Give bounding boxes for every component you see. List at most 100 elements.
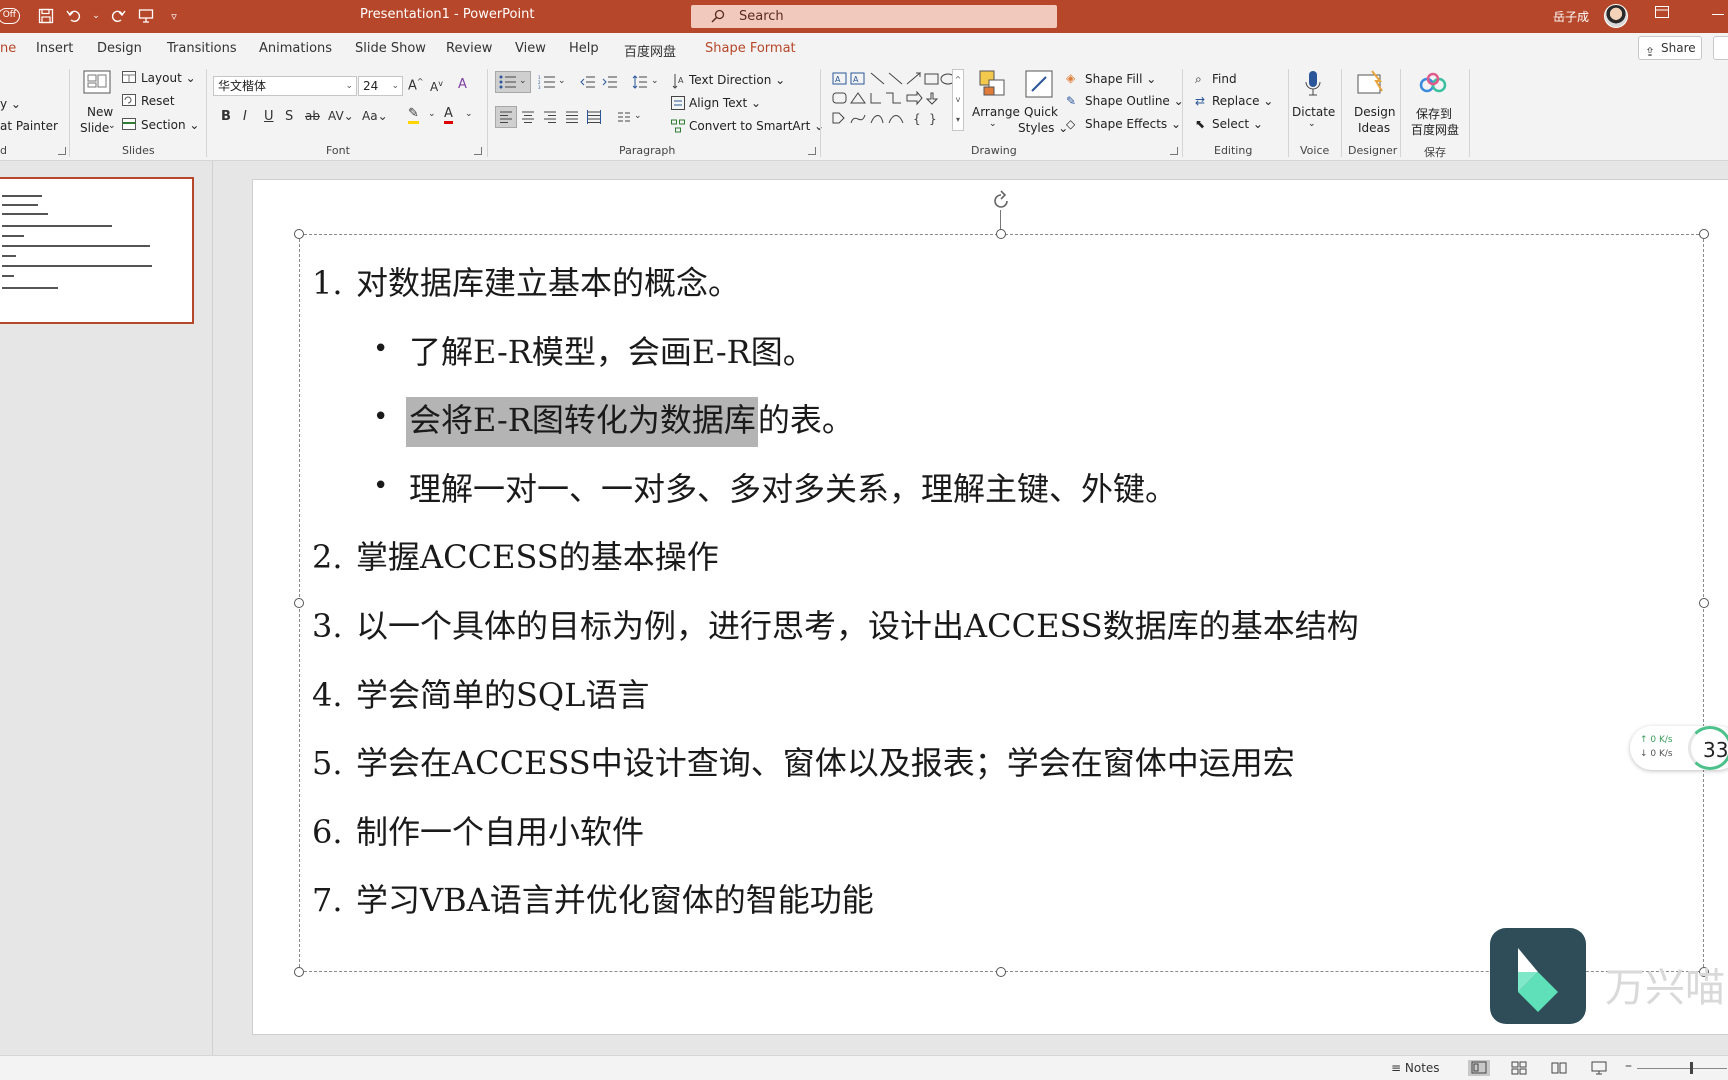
resize-handle-top[interactable] — [996, 229, 1006, 239]
list-item-7[interactable]: 7. 学习VBA语言并优化窗体的智能功能 — [312, 875, 874, 921]
list-item-4[interactable]: 4. 学会简单的SQL语言 — [312, 670, 649, 716]
underline-icon[interactable]: U — [264, 109, 274, 124]
resize-handle-bottom[interactable] — [996, 967, 1006, 977]
tab-baidu-netdisk[interactable]: 百度网盘 — [624, 41, 676, 60]
font-color-icon[interactable]: A — [444, 107, 453, 124]
share-button[interactable]: ⇪ Share — [1638, 36, 1702, 60]
resize-handle-bottom-left[interactable] — [294, 967, 304, 977]
tab-design[interactable]: Design — [97, 41, 142, 56]
italic-icon[interactable]: I — [243, 109, 247, 124]
bold-icon[interactable]: B — [221, 109, 231, 124]
font-launcher-icon[interactable] — [474, 147, 482, 155]
user-name[interactable]: 岳子成 — [1553, 8, 1589, 25]
rotate-handle-icon[interactable] — [990, 190, 1012, 212]
tab-animations[interactable]: Animations — [259, 41, 332, 56]
font-size-combo[interactable]: 24 ⌄ — [358, 76, 403, 96]
list-item-5[interactable]: 5. 学会在ACCESS中设计查询、窗体以及报表；学会在窗体中运用宏 — [312, 738, 1295, 784]
reading-view-button[interactable] — [1548, 1060, 1570, 1076]
tab-home[interactable]: ne — [0, 41, 16, 56]
design-ideas-label[interactable]: Design — [1354, 105, 1395, 119]
new-slide-icon[interactable] — [82, 69, 112, 99]
layout-button[interactable]: Layout ⌄ — [141, 71, 196, 85]
slide-show-button[interactable] — [1588, 1060, 1610, 1076]
character-spacing-icon[interactable]: AV⌄ — [328, 109, 354, 123]
new-slide-label-2[interactable]: Slide — [80, 121, 109, 135]
avatar[interactable] — [1604, 4, 1628, 28]
change-case-icon[interactable]: Aa⌄ — [362, 109, 388, 123]
line-spacing-icon[interactable] — [632, 75, 648, 89]
columns-icon[interactable] — [617, 110, 631, 124]
decrease-font-size-icon[interactable]: Av — [430, 79, 443, 94]
design-ideas-label-2[interactable]: Ideas — [1358, 121, 1390, 135]
notes-button[interactable]: ≡ Notes — [1391, 1061, 1440, 1075]
distributed-icon[interactable] — [587, 110, 601, 124]
ribbon-display-options-icon[interactable] — [1655, 6, 1669, 22]
tab-review[interactable]: Review — [446, 41, 492, 56]
save-icon[interactable] — [34, 5, 58, 27]
dictate-label[interactable]: Dictate — [1292, 105, 1335, 119]
design-ideas-icon[interactable] — [1356, 69, 1386, 99]
arrange-dropdown-icon[interactable]: ⌄ — [989, 119, 997, 129]
resize-handle-left[interactable] — [294, 598, 304, 608]
shape-outline-button[interactable]: Shape Outline ⌄ — [1085, 94, 1184, 108]
customize-toolbar-icon[interactable]: ▿ — [162, 5, 186, 27]
zoom-out-icon[interactable]: – — [1625, 1058, 1632, 1074]
slide-sorter-button[interactable] — [1508, 1060, 1530, 1076]
resize-handle-right[interactable] — [1699, 598, 1709, 608]
new-slide-label[interactable]: New — [87, 105, 113, 119]
sub-list-item-3[interactable]: • 理解一对一、一对多、多对多关系，理解主键、外键。 — [373, 464, 1177, 510]
find-button[interactable]: Find — [1212, 72, 1237, 86]
undo-icon[interactable] — [62, 5, 86, 27]
columns-dropdown-icon[interactable]: ⌄ — [634, 111, 642, 121]
tab-slide-show[interactable]: Slide Show — [355, 41, 426, 56]
select-button[interactable]: Select ⌄ — [1212, 117, 1263, 131]
minimize-icon[interactable] — [1712, 14, 1724, 15]
dictate-dropdown-icon[interactable]: ⌄ — [1308, 119, 1316, 129]
drawing-launcher-icon[interactable] — [1170, 147, 1178, 155]
dropdown-arrow-icon[interactable]: y ⌄ — [0, 97, 21, 111]
microphone-icon[interactable] — [1303, 69, 1323, 99]
strikethrough-icon[interactable]: ab — [305, 109, 320, 123]
quick-styles-icon[interactable] — [1024, 69, 1054, 99]
bullets-dropdown-icon[interactable]: ⌄ — [519, 76, 527, 86]
resize-handle-top-right[interactable] — [1699, 229, 1709, 239]
search-input[interactable]: Search — [691, 5, 1057, 28]
autosave-toggle[interactable]: Off — [0, 8, 20, 24]
baidu-netdisk-icon[interactable] — [1418, 71, 1448, 97]
arrange-icon[interactable] — [978, 69, 1008, 99]
comments-button[interactable] — [1713, 36, 1728, 60]
resize-handle-top-left[interactable] — [294, 229, 304, 239]
list-item-2[interactable]: 2. 掌握ACCESS的基本操作 — [312, 532, 719, 578]
shape-fill-button[interactable]: Shape Fill ⌄ — [1085, 72, 1156, 86]
increase-font-size-icon[interactable]: A^ — [408, 77, 424, 93]
shapes-gallery-scroll[interactable]: ^ v ▾ — [952, 69, 964, 131]
zoom-slider-track[interactable] — [1637, 1068, 1727, 1069]
shapes-gallery[interactable]: A A {} — [831, 71, 961, 133]
save-to-baidu-label-2[interactable]: 百度网盘 — [1411, 121, 1459, 138]
text-direction-button[interactable]: Text Direction ⌄ — [689, 73, 785, 87]
present-icon[interactable] — [134, 5, 158, 27]
normal-view-button[interactable] — [1468, 1060, 1490, 1076]
replace-button[interactable]: Replace ⌄ — [1212, 94, 1273, 108]
clear-formatting-icon[interactable]: A — [458, 77, 467, 92]
tab-insert[interactable]: Insert — [36, 41, 73, 56]
align-right-icon[interactable] — [543, 110, 557, 124]
font-name-combo[interactable]: 华文楷体 ⌄ — [213, 76, 357, 96]
zoom-slider-thumb[interactable] — [1690, 1062, 1693, 1074]
clipboard-launcher-icon[interactable] — [58, 147, 66, 155]
quick-styles-label-2[interactable]: Styles ⌄ — [1018, 121, 1068, 135]
justify-icon[interactable] — [565, 110, 579, 124]
selected-text-highlight[interactable]: 会将E-R图转化为数据库 — [406, 397, 758, 447]
new-slide-dropdown-icon[interactable]: ⌄ — [108, 121, 116, 131]
convert-to-smartart-button[interactable]: Convert to SmartArt ⌄ — [689, 119, 824, 133]
sub-list-item-2[interactable]: • 会将E-R图转化为数据库的表。 — [373, 395, 854, 447]
arrange-label[interactable]: Arrange — [972, 105, 1020, 119]
tab-view[interactable]: View — [515, 41, 546, 56]
list-item-6[interactable]: 6. 制作一个自用小软件 — [312, 807, 644, 853]
tab-shape-format[interactable]: Shape Format — [705, 41, 796, 56]
save-to-baidu-label[interactable]: 保存到 — [1416, 105, 1452, 122]
tab-transitions[interactable]: Transitions — [167, 41, 237, 56]
redo-icon[interactable] — [106, 5, 130, 27]
format-painter-button[interactable]: at Painter — [0, 119, 58, 133]
highlight-color-icon[interactable]: ✎ — [408, 107, 419, 124]
